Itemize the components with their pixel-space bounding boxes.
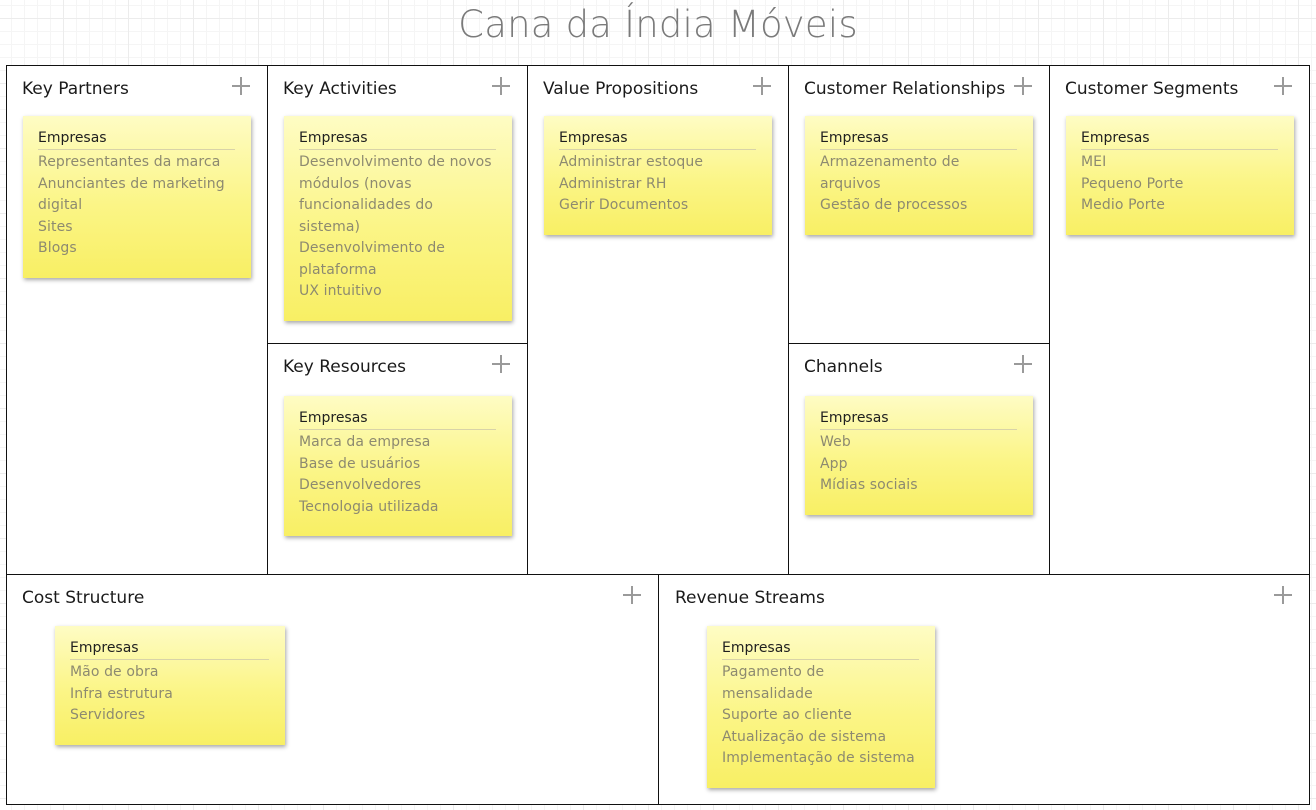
canvas-title: Cana da Índia Móveis — [458, 3, 858, 46]
note-heading: Empresas — [1081, 130, 1278, 150]
block-title: Value Propositions — [543, 79, 699, 99]
note-item: Atualização de sistema — [722, 728, 887, 745]
sticky-note[interactable]: Empresas Marca da empresa Base de usuári… — [284, 396, 512, 536]
note-item: Implementação de sistema — [722, 750, 915, 766]
note-item: Mão de obra — [70, 664, 159, 680]
sticky-note[interactable]: Empresas Armazenamento de arquivos Gestã… — [805, 116, 1033, 235]
note-item: Blogs — [38, 240, 77, 256]
note-item: Mídias sociais — [820, 477, 918, 493]
note-heading: Empresas — [559, 130, 756, 150]
block-title: Key Activities — [283, 79, 397, 99]
note-item: Sites — [38, 218, 73, 235]
block-key-resources: Key Resources Empresas Marca da empresa … — [267, 343, 528, 575]
note-heading: Empresas — [820, 130, 1017, 150]
note-item: Base de usuários — [299, 455, 421, 472]
note-item: Desenvolvedores — [299, 477, 422, 493]
note-item: Infra estrutura — [70, 685, 173, 702]
block-title: Channels — [804, 357, 883, 377]
sticky-note[interactable]: Empresas Pagamento de mensalidade Suport… — [707, 626, 935, 788]
block-title: Key Resources — [283, 357, 407, 377]
note-item: Administrar RH — [559, 175, 667, 192]
add-note-button[interactable] — [491, 354, 511, 374]
block-key-activities: Key Activities Empresas Desenvolvimento … — [267, 65, 528, 344]
note-item: Administrar estoque — [559, 154, 704, 170]
note-item: Medio Porte — [1081, 197, 1165, 213]
block-channels: Channels Empresas Web App Mídias sociais — [788, 343, 1050, 575]
block-key-partners: Key Partners Empresas Representantes da … — [6, 65, 268, 575]
note-item: Pagamento de mensalidade — [722, 664, 825, 702]
sticky-note[interactable]: Empresas Web App Mídias sociais — [805, 396, 1033, 515]
block-title: Customer Relationships — [804, 79, 1006, 99]
block-revenue-streams: Revenue Streams Empresas Pagamento de me… — [658, 574, 1310, 805]
add-note-button[interactable] — [1013, 354, 1033, 374]
note-heading: Empresas — [820, 410, 1017, 430]
note-item: Desenvolvimento de plataforma — [299, 240, 446, 278]
note-item: Representantes da marca — [38, 154, 221, 170]
add-note-button[interactable] — [231, 76, 251, 96]
note-item: Armazenamento de arquivos — [820, 154, 960, 192]
note-item: Suporte ao cliente — [722, 707, 852, 723]
block-cost-structure: Cost Structure Empresas Mão de obra Infr… — [6, 574, 659, 805]
block-title: Customer Segments — [1065, 79, 1239, 99]
block-title: Key Partners — [22, 79, 129, 99]
note-item: Gerir Documentos — [559, 197, 689, 213]
note-item: Web — [820, 434, 851, 450]
note-item: Anunciantes de marketing digital — [38, 175, 225, 214]
add-note-button[interactable] — [491, 76, 511, 96]
block-value-propositions: Value Propositions Empresas Administrar … — [527, 65, 789, 575]
note-item: Desenvolvimento de novos módulos (novas … — [299, 154, 492, 235]
sticky-note[interactable]: Empresas Representantes da marca Anuncia… — [23, 116, 251, 278]
block-customer-relationships: Customer Relationships Empresas Armazena… — [788, 65, 1050, 344]
add-note-button[interactable] — [1273, 585, 1293, 605]
add-note-button[interactable] — [622, 585, 642, 605]
sticky-note[interactable]: Empresas Administrar estoque Administrar… — [544, 116, 772, 235]
sticky-note[interactable]: Empresas MEI Pequeno Porte Medio Porte — [1066, 116, 1294, 235]
sticky-note[interactable]: Empresas Desenvolvimento de novos módulo… — [284, 116, 512, 321]
block-title: Revenue Streams — [675, 588, 825, 608]
note-item: App — [820, 455, 848, 472]
add-note-button[interactable] — [752, 76, 772, 96]
note-item: UX intuitivo — [299, 283, 382, 299]
note-item: MEI — [1081, 154, 1107, 170]
note-item: Pequeno Porte — [1081, 175, 1184, 192]
note-item: Servidores — [70, 707, 146, 723]
block-title: Cost Structure — [22, 588, 145, 608]
note-heading: Empresas — [299, 130, 496, 150]
add-note-button[interactable] — [1013, 76, 1033, 96]
note-heading: Empresas — [722, 640, 919, 660]
note-heading: Empresas — [70, 640, 269, 660]
note-item: Marca da empresa — [299, 434, 431, 450]
note-item: Tecnologia utilizada — [299, 498, 439, 515]
note-item: Gestão de processos — [820, 197, 968, 213]
note-heading: Empresas — [299, 410, 496, 430]
note-heading: Empresas — [38, 130, 235, 150]
sticky-note[interactable]: Empresas Mão de obra Infra estrutura Ser… — [55, 626, 285, 745]
add-note-button[interactable] — [1273, 76, 1293, 96]
block-customer-segments: Customer Segments Empresas MEI Pequeno P… — [1049, 65, 1310, 575]
